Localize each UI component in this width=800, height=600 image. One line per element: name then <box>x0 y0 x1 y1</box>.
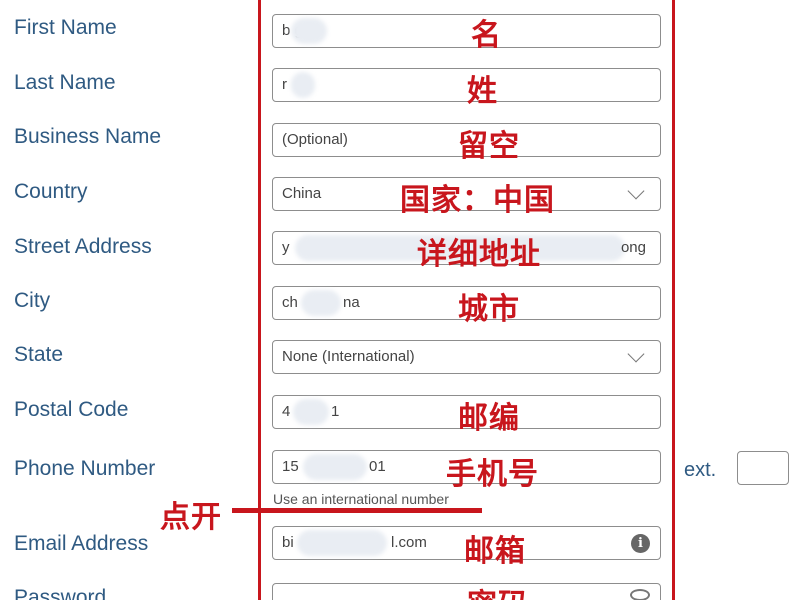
redaction-blur <box>301 290 341 316</box>
street-address-value-start: y <box>282 239 290 256</box>
redaction-blur <box>291 72 315 98</box>
state-label: State <box>14 343 64 366</box>
annotation-last-name: 姓 <box>467 74 498 109</box>
email-address-label: Email Address <box>14 532 149 555</box>
postal-code-label: Postal Code <box>14 398 129 421</box>
email-address-value-start: bi <box>282 534 294 551</box>
redaction-blur <box>303 454 367 480</box>
password-label: Password <box>14 586 107 600</box>
postal-code-value-end: 1 <box>331 403 340 420</box>
annotation-first-name: 名 <box>471 18 502 53</box>
redaction-blur <box>293 399 329 425</box>
phone-number-value-end: 01 <box>369 458 386 475</box>
business-name-label: Business Name <box>14 125 162 148</box>
email-address-value-end: l.com <box>391 534 427 551</box>
annotation-click-open: 点开 <box>160 500 222 535</box>
state-value: None (International) <box>282 348 415 365</box>
first-name-label: First Name <box>14 16 117 39</box>
street-address-label: Street Address <box>14 235 152 258</box>
eye-icon[interactable] <box>630 589 650 600</box>
city-value-end: na <box>343 294 360 311</box>
phone-ext-label: ext. <box>684 459 717 481</box>
annotation-street-address: 详细地址 <box>417 237 541 272</box>
redaction-blur <box>291 18 327 44</box>
last-name-value: r <box>282 76 287 93</box>
country-label: Country <box>14 180 88 203</box>
redaction-blur <box>297 530 387 556</box>
annotation-phone-number: 手机号 <box>446 457 539 492</box>
first-name-input[interactable]: b g <box>272 14 661 48</box>
annotation-email-address: 邮箱 <box>464 534 526 569</box>
phone-number-value-start: 15 <box>282 458 299 475</box>
state-select[interactable]: None (International) <box>272 340 661 374</box>
annotation-country: 国家：中国 <box>400 183 555 218</box>
city-value-start: ch <box>282 294 298 311</box>
last-name-label: Last Name <box>14 71 116 94</box>
annotation-password: 密码 <box>467 580 529 600</box>
postal-code-value-start: 4 <box>282 403 291 420</box>
chevron-down-icon <box>627 345 645 363</box>
info-icon[interactable]: i <box>631 534 650 553</box>
annotation-business-name: 留空 <box>458 129 520 164</box>
annotation-pointer-line <box>232 508 482 513</box>
business-name-placeholder: (Optional) <box>282 131 348 148</box>
street-address-value-end: ong <box>620 239 646 256</box>
chevron-down-icon <box>627 182 645 200</box>
city-label: City <box>14 289 51 312</box>
annotation-city: 城市 <box>458 292 520 327</box>
annotation-postal-code: 邮编 <box>458 401 520 436</box>
country-value: China <box>282 185 322 202</box>
phone-number-label: Phone Number <box>14 457 156 480</box>
phone-ext-input[interactable] <box>737 451 789 485</box>
international-number-link[interactable]: Use an international number <box>273 491 449 507</box>
